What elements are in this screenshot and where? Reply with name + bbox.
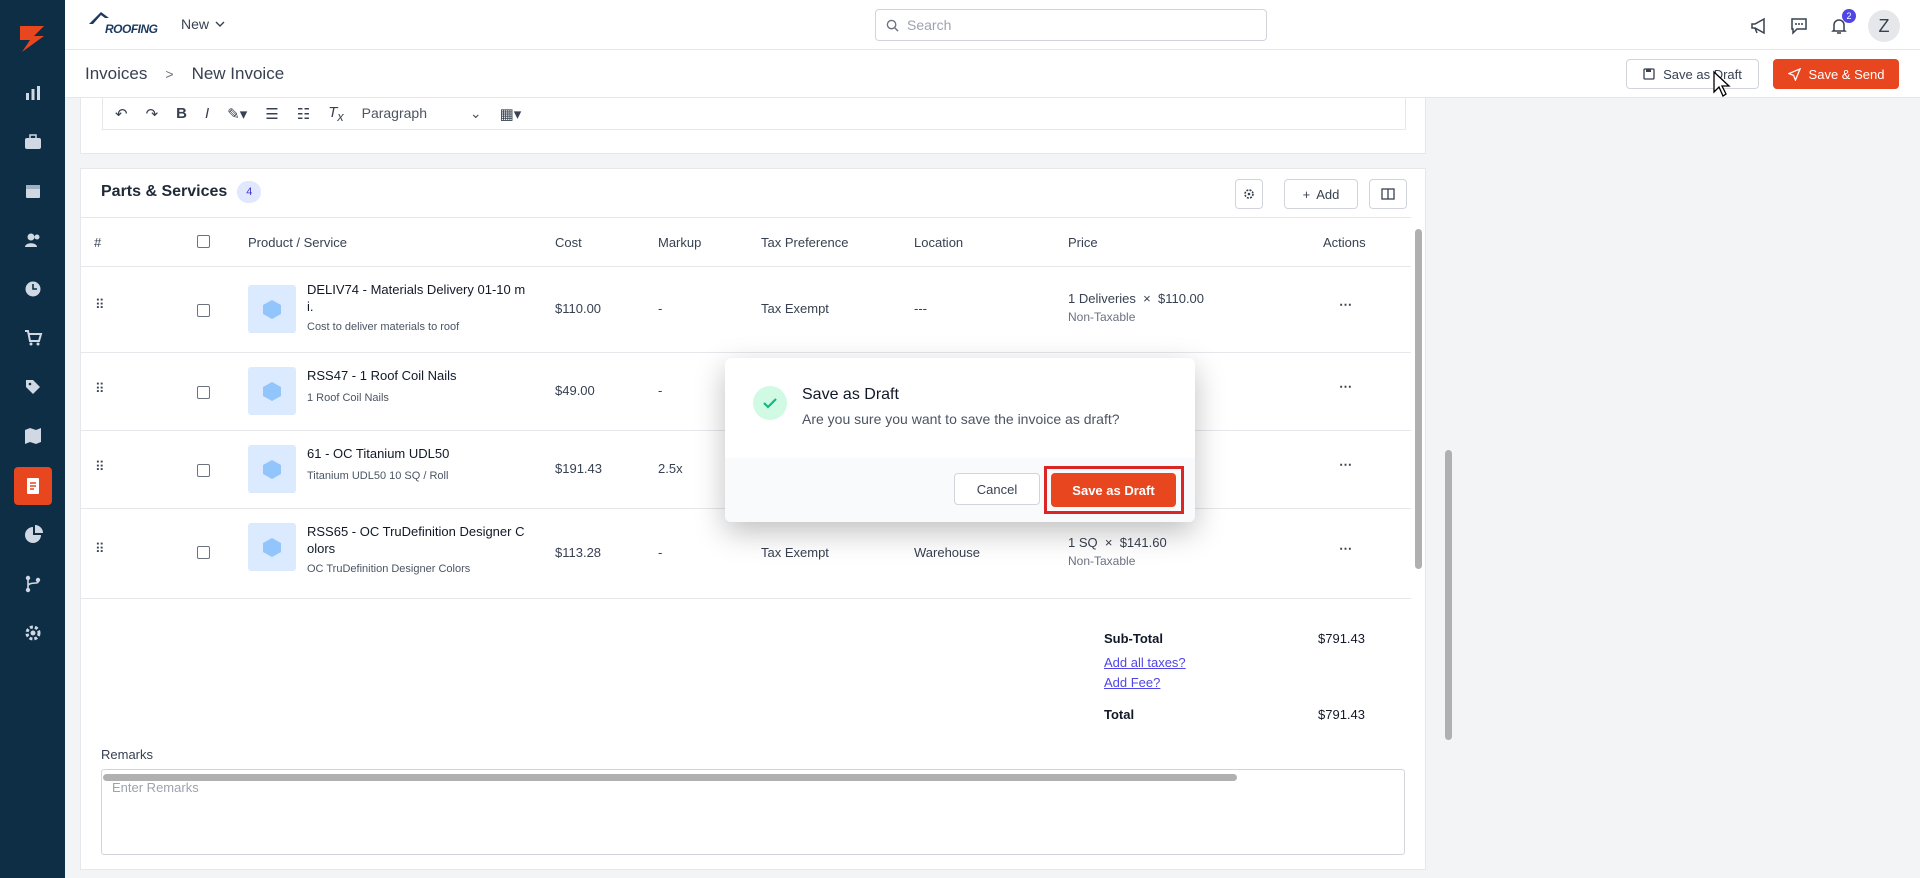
mouse-cursor-icon	[1713, 70, 1731, 97]
confirm-highlight: Save as Draft	[1044, 466, 1184, 514]
cancel-button[interactable]: Cancel	[954, 473, 1040, 505]
confirm-save-draft-button[interactable]: Save as Draft	[1051, 473, 1176, 507]
save-draft-dialog: Save as Draft Are you sure you want to s…	[725, 358, 1195, 522]
dialog-footer: Cancel Save as Draft	[725, 458, 1195, 522]
dialog-title: Save as Draft	[802, 386, 899, 403]
dialog-message: Are you sure you want to save the invoic…	[802, 411, 1120, 427]
check-icon	[753, 386, 787, 420]
